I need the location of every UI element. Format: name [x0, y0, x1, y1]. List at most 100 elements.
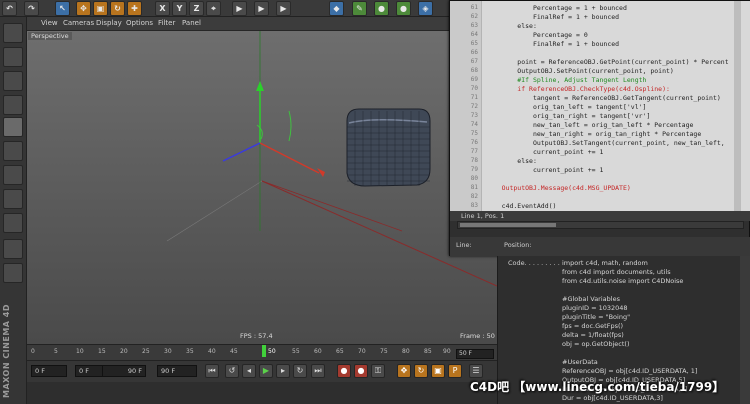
go-to-start-icon[interactable]: ⏮ [205, 364, 219, 378]
undo-icon[interactable]: ↶ [2, 1, 17, 16]
go-to-end-icon[interactable]: ⏭ [311, 364, 325, 378]
timeline-tick: 90 [443, 348, 451, 355]
autokey-icon[interactable]: ● [354, 364, 368, 378]
move-tool-icon[interactable]: ✥ [76, 1, 91, 16]
vertical-scrollbar[interactable] [734, 1, 741, 211]
menu-options[interactable]: Options [126, 19, 153, 27]
watermark-text: C4D吧 【www.linecg.com/tieba/1799】 [470, 380, 725, 394]
code-text: OutputOBJ.Message(c4d.MSG_UPDATE) [486, 184, 631, 192]
script-code-line: delta = 1/float(fps) [562, 331, 624, 339]
end-frame-field[interactable]: 90 F [157, 365, 197, 377]
current-frame-label: 50 [268, 348, 276, 355]
timeline-tick: 10 [76, 348, 84, 355]
points-mode-icon[interactable] [3, 141, 23, 161]
code-field-label: Code. . . . . . . . . [508, 259, 560, 267]
preview-range-end-field[interactable]: 90 F [102, 365, 146, 377]
previous-key-icon[interactable]: ↺ [225, 364, 239, 378]
code-area[interactable]: 61 Percentage = 1 + bounced 62 FinalRef =… [450, 1, 750, 211]
key-scale-icon[interactable]: ▣ [431, 364, 445, 378]
line-number: 83 [470, 202, 478, 209]
menu-panel[interactable]: Panel [182, 19, 201, 27]
object-mode-icon[interactable] [3, 117, 23, 137]
attribute-scrollbar[interactable] [740, 256, 750, 404]
scrollbar-thumb[interactable] [460, 223, 556, 227]
timeline-tick: 45 [230, 348, 238, 355]
current-frame-field[interactable]: 50 F [456, 349, 494, 359]
horizontal-scrollbar[interactable] [457, 221, 744, 229]
perspective-viewport[interactable]: Perspective FPS: 57.4 Frame: 50 [27, 31, 497, 344]
rounded-cube-object [346, 108, 431, 187]
play-icon[interactable]: ▶ [259, 364, 273, 378]
script-code-line: from c4d import documents, utils [562, 268, 671, 276]
menu-filter[interactable]: Filter [158, 19, 175, 27]
timeline-tick: 40 [208, 348, 216, 355]
menu-view[interactable]: View [41, 19, 58, 27]
redo-icon[interactable]: ↷ [24, 1, 39, 16]
timeline-tick: 80 [402, 348, 410, 355]
timeline-ruler[interactable]: 0 5 10 15 20 25 30 35 40 45 50 55 60 65 … [27, 344, 497, 360]
world-z-axis-line [261, 180, 403, 232]
select-tool-icon[interactable]: ↖ [55, 1, 70, 16]
edges-mode-icon[interactable] [3, 165, 23, 185]
code-text: FinalRef = 1 + bounced [486, 40, 620, 48]
position-label: Position: [504, 241, 532, 249]
deformer-icon[interactable]: ● [396, 1, 411, 16]
timeline-menu-icon[interactable]: ☰ [469, 364, 483, 378]
make-editable-icon[interactable] [3, 23, 23, 43]
render-settings-icon[interactable]: ▶ [276, 1, 291, 16]
texture-mode-icon[interactable] [3, 71, 23, 91]
axis-mode-icon[interactable] [3, 213, 23, 233]
nurbs-icon[interactable]: ● [374, 1, 389, 16]
transport-bar: 0 F 0 F 90 F 90 F ⏮ ↺ ◂ ▶ ▸ ↻ ⏭ ● ● ⚿ ✥ … [27, 360, 497, 382]
tweak-mode-icon[interactable] [3, 263, 23, 283]
menu-cameras[interactable]: Cameras [63, 19, 94, 27]
snap-icon[interactable] [3, 239, 23, 259]
step-forward-icon[interactable]: ▸ [276, 364, 290, 378]
x-axis-lock-icon[interactable]: X [155, 1, 170, 16]
script-code-line: pluginTitle = "Boing" [562, 313, 631, 321]
scale-tool-icon[interactable]: ▣ [93, 1, 108, 16]
polygons-mode-icon[interactable] [3, 189, 23, 209]
next-key-icon[interactable]: ↻ [293, 364, 307, 378]
script-code-line: fps = doc.GetFps() [562, 322, 624, 330]
scene-icon[interactable]: ◈ [418, 1, 433, 16]
workplane-mode-icon[interactable] [3, 95, 23, 115]
timeline-tick: 75 [380, 348, 388, 355]
keyframe-selection-icon[interactable]: ⚿ [371, 364, 385, 378]
add-object-icon[interactable]: ✚ [127, 1, 142, 16]
timeline-tick: 60 [314, 348, 322, 355]
key-position-icon[interactable]: ✥ [397, 364, 411, 378]
timeline-tick: 25 [142, 348, 150, 355]
scene-canvas [166, 31, 497, 287]
viewport-menu: View Cameras Display Options Filter Pane… [27, 17, 450, 31]
render-view-icon[interactable]: ▶ [232, 1, 247, 16]
step-back-icon[interactable]: ◂ [242, 364, 256, 378]
frame-readout: Frame : 50 [460, 332, 495, 340]
code-text: current_point += 1 [486, 166, 604, 174]
timeline-tick: 55 [292, 348, 300, 355]
y-axis-lock-icon[interactable]: Y [172, 1, 187, 16]
script-code-line: #Global Variables [562, 295, 620, 303]
z-axis-handle [222, 142, 261, 162]
timeline-tick: 15 [98, 348, 106, 355]
z-axis-lock-icon[interactable]: Z [189, 1, 204, 16]
key-rotation-icon[interactable]: ↻ [414, 364, 428, 378]
timeline-tick: 5 [54, 348, 58, 355]
script-code-line: import c4d, math, random [562, 259, 648, 267]
pen-tool-icon[interactable]: ✎ [352, 1, 367, 16]
model-mode-icon[interactable] [3, 47, 23, 67]
render-picture-viewer-icon[interactable]: ▶ [254, 1, 269, 16]
x-axis-handle [259, 142, 320, 174]
menu-display[interactable]: Display [96, 19, 122, 27]
rotate-tool-icon[interactable]: ↻ [110, 1, 125, 16]
key-parameter-icon[interactable]: P [448, 364, 462, 378]
cube-primitive-icon[interactable]: ◆ [329, 1, 344, 16]
record-keys-icon[interactable]: ● [337, 364, 351, 378]
fps-readout: FPS : 57.4 [240, 332, 273, 340]
timeline-tick: 20 [120, 348, 128, 355]
script-code-line: #UserData [562, 358, 598, 366]
coordinate-system-icon[interactable]: ⌖ [206, 1, 221, 16]
start-frame-field[interactable]: 0 F [31, 365, 67, 377]
playhead-marker[interactable] [262, 345, 266, 357]
python-script-editor: 61 Percentage = 1 + bounced 62 FinalRef =… [449, 0, 750, 257]
